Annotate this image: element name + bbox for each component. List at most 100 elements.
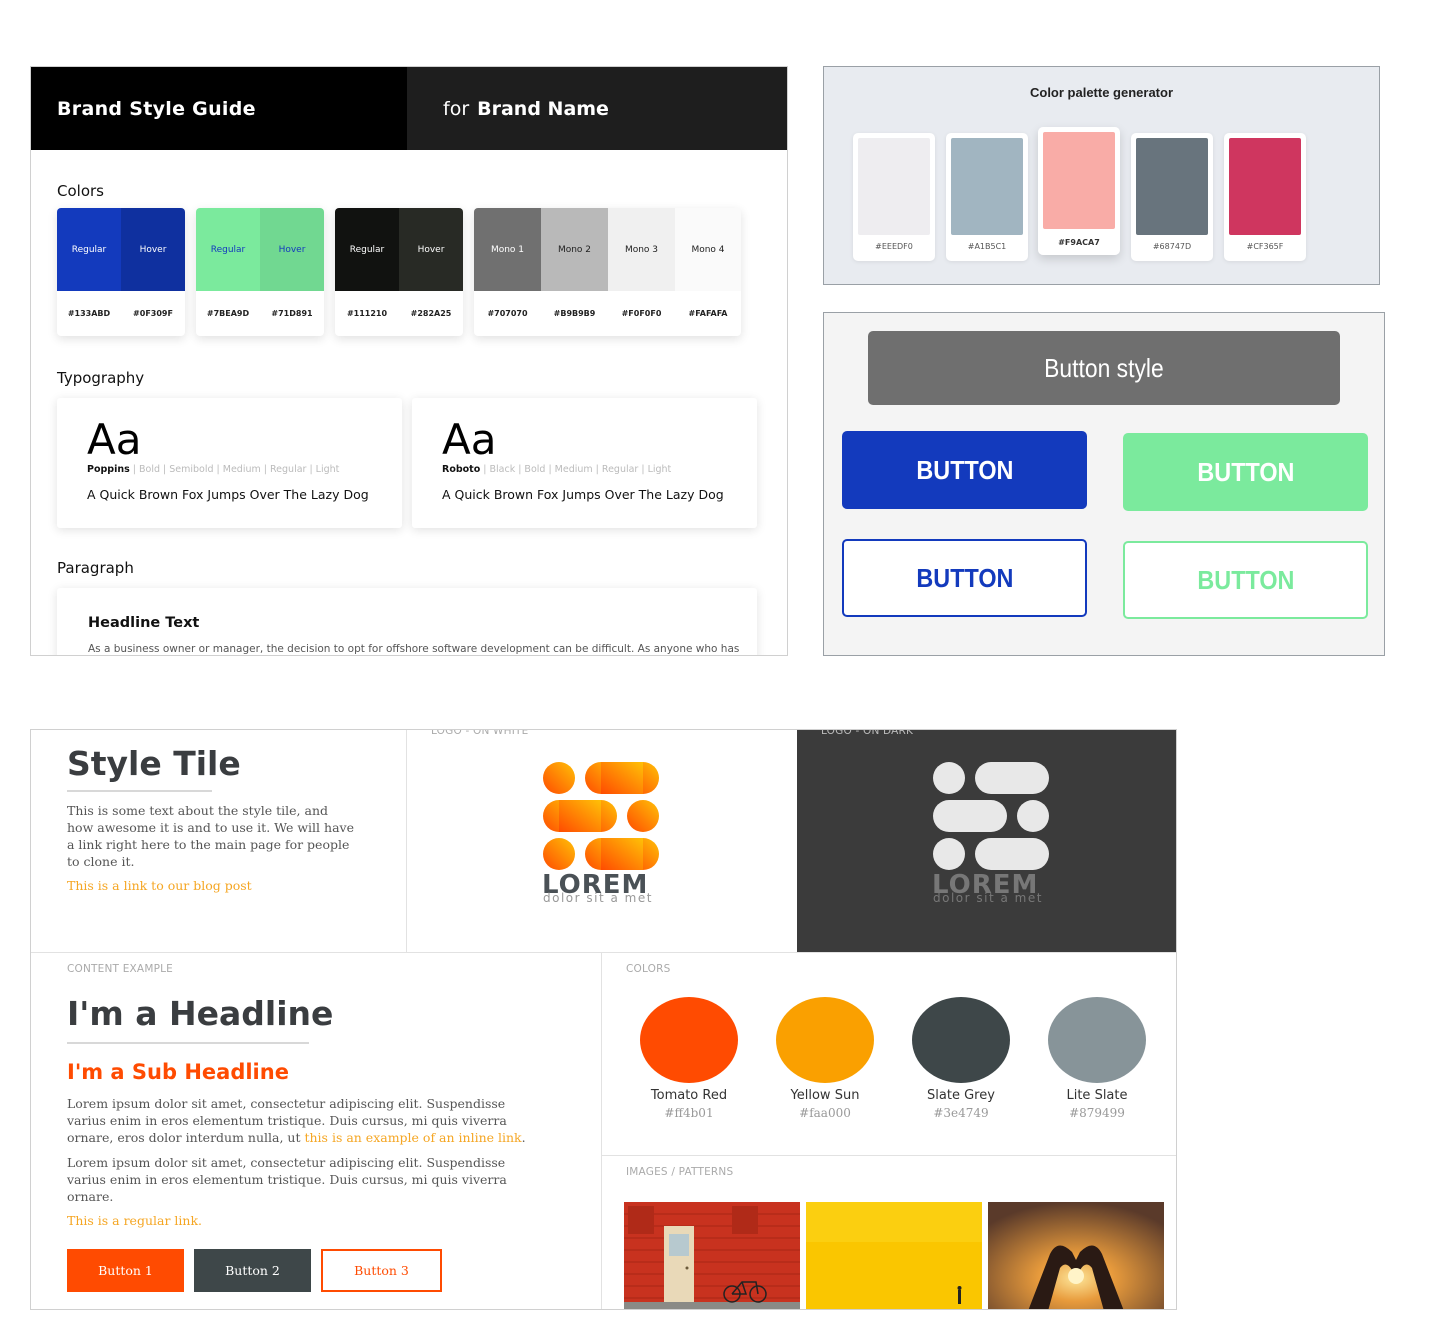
primary-green-button[interactable]: BUTTON xyxy=(1123,433,1368,511)
palette-title: Color palette generator xyxy=(1029,85,1174,100)
swatch-hex: #282A25 xyxy=(410,309,452,318)
swatch-group-blue: Regular #133ABD Hover #0F309F xyxy=(57,208,185,336)
colors-label: COLORS xyxy=(626,963,671,975)
swatch-hex: #133ABD xyxy=(67,309,111,318)
palette-hex: #F9ACA7 xyxy=(1058,238,1100,247)
divider xyxy=(601,952,602,1309)
regular-link[interactable]: This is a regular link. xyxy=(67,1213,202,1228)
color-hex: #3e4749 xyxy=(933,1106,989,1120)
title-underline xyxy=(67,790,212,792)
divider xyxy=(31,952,1176,953)
button-1[interactable]: Button 1 xyxy=(67,1249,184,1292)
swatch-blue-regular[interactable]: Regular #133ABD xyxy=(57,208,121,336)
swatch-mono-4[interactable]: Mono 4 #FAFAFA xyxy=(675,208,741,336)
color-circle-lite-slate xyxy=(1048,997,1146,1083)
swatch-green-hover[interactable]: Hover #71D891 xyxy=(260,208,324,336)
color-circle-slate-grey xyxy=(912,997,1010,1083)
font-family-name: Poppins xyxy=(87,464,130,475)
style-tile-panel: Style Tile This is some text about the s… xyxy=(30,729,1177,1310)
yellow-wall-illustration xyxy=(806,1202,982,1309)
palette-card-selected[interactable]: #F9ACA7 xyxy=(1038,127,1120,255)
swatch-mono-2[interactable]: Mono 2 #B9B9B9 xyxy=(541,208,608,336)
type-sample-sentence: A Quick Brown Fox Jumps Over The Lazy Do… xyxy=(442,487,724,502)
brand-guide-header: Brand Style Guide for Brand Name xyxy=(31,67,787,150)
colors-heading: Colors xyxy=(57,182,104,200)
swatch-black-hover[interactable]: Hover #282A25 xyxy=(399,208,463,336)
button-3[interactable]: Button 3 xyxy=(321,1249,442,1292)
images-patterns-label: IMAGES / PATTERNS xyxy=(626,1166,734,1178)
palette-chip xyxy=(951,138,1023,235)
color-palette-generator-panel: Color palette generator #EEEDF0 #A1B5C1 … xyxy=(823,66,1380,285)
font-family-name: Roboto xyxy=(442,464,481,475)
swatch-chip: Hover xyxy=(260,208,324,291)
type-card-poppins: Aa Poppins | Bold | Semibold | Medium | … xyxy=(57,398,402,528)
for-label: for xyxy=(443,97,470,120)
button-label: BUTTON xyxy=(1196,456,1295,487)
headline-text: Headline Text xyxy=(88,615,200,631)
typography-heading: Typography xyxy=(57,369,145,387)
color-hex: #879499 xyxy=(1069,1106,1125,1120)
swatch-hex: #B9B9B9 xyxy=(553,309,596,318)
palette-chip xyxy=(1043,132,1115,229)
outline-blue-button[interactable]: BUTTON xyxy=(842,539,1087,617)
palette-card[interactable]: #68747D xyxy=(1131,133,1213,261)
palette-card[interactable]: #EEEDF0 xyxy=(853,133,935,261)
blog-post-link[interactable]: This is a link to our blog post xyxy=(67,878,252,893)
type-card-roboto: Aa Roboto | Black | Bold | Medium | Regu… xyxy=(412,398,757,528)
sub-headline: I'm a Sub Headline xyxy=(67,1060,289,1084)
color-name: Yellow Sun xyxy=(790,1088,860,1103)
primary-blue-button[interactable]: BUTTON xyxy=(842,431,1087,509)
swatch-chip: Regular xyxy=(335,208,399,291)
palette-card[interactable]: #A1B5C1 xyxy=(946,133,1028,261)
paragraph-text: As a business owner or manager, the deci… xyxy=(88,643,740,655)
swatch-hex: #FAFAFA xyxy=(688,309,728,318)
palette-hex: #EEEDF0 xyxy=(875,242,913,251)
palette-hex: #A1B5C1 xyxy=(967,242,1007,251)
paragraph-end: . xyxy=(521,1130,526,1145)
yellow-wall-image xyxy=(806,1202,982,1309)
style-tile-intro: This is some text about the style tile, … xyxy=(67,803,354,869)
content-paragraph-2: Lorem ipsum dolor sit amet, consectetur … xyxy=(67,1155,507,1204)
font-weights-list: | Bold | Semibold | Medium | Regular | L… xyxy=(129,464,340,475)
content-example-label: CONTENT EXAMPLE xyxy=(67,963,173,975)
swatch-chip: Regular xyxy=(57,208,121,291)
inline-link[interactable]: this is an example of an inline link xyxy=(304,1130,521,1145)
brand-guide-title: Brand Style Guide xyxy=(31,67,407,150)
swatch-green-regular[interactable]: Regular #7BEA9D xyxy=(196,208,260,336)
button-label: BUTTON xyxy=(915,562,1014,593)
lorem-logo-icon xyxy=(543,762,659,870)
type-sample-sentence: A Quick Brown Fox Jumps Over The Lazy Do… xyxy=(87,487,369,502)
headline-underline xyxy=(67,1042,309,1044)
red-wall-illustration xyxy=(624,1202,800,1309)
heart-hands-sunset-image xyxy=(988,1202,1164,1309)
logo-tagline: dolor sit a met xyxy=(933,891,1043,905)
outline-green-button[interactable]: BUTTON xyxy=(1123,541,1368,619)
brand-style-guide-panel: Brand Style Guide for Brand Name Colors … xyxy=(30,66,788,656)
style-tile-title: Style Tile xyxy=(67,744,241,783)
content-paragraph-1: Lorem ipsum dolor sit amet, consectetur … xyxy=(67,1095,547,1146)
swatch-chip: Mono 3 xyxy=(608,208,675,291)
brand-name-title: for Brand Name xyxy=(407,67,787,150)
swatch-black-regular[interactable]: Regular #111210 xyxy=(335,208,399,336)
button-label: BUTTON xyxy=(1196,564,1295,595)
swatch-hex: #F0F0F0 xyxy=(621,309,662,318)
swatch-group-mono: Mono 1 #707070 Mono 2 #B9B9B9 Mono 3 #F0… xyxy=(474,208,741,336)
swatch-hex: #111210 xyxy=(346,309,388,318)
red-door-bicycle-image xyxy=(624,1202,800,1309)
paragraph-card: Headline Text As a business owner or man… xyxy=(57,588,757,655)
color-name: Lite Slate xyxy=(1066,1088,1128,1103)
logo-tagline: dolor sit a met xyxy=(543,891,653,905)
banner-label: Button style xyxy=(1044,352,1164,383)
swatch-blue-hover[interactable]: Hover #0F309F xyxy=(121,208,185,336)
swatch-chip: Hover xyxy=(121,208,185,291)
swatch-chip: Mono 1 xyxy=(474,208,541,291)
type-sample-aa: Aa xyxy=(442,415,497,464)
palette-card[interactable]: #CF365F xyxy=(1224,133,1306,261)
swatch-mono-3[interactable]: Mono 3 #F0F0F0 xyxy=(608,208,675,336)
heart-sunset-illustration xyxy=(988,1202,1164,1309)
type-weights: Roboto | Black | Bold | Medium | Regular… xyxy=(442,464,757,475)
swatch-chip: Hover xyxy=(399,208,463,291)
button-2[interactable]: Button 2 xyxy=(194,1249,311,1292)
swatch-mono-1[interactable]: Mono 1 #707070 xyxy=(474,208,541,336)
palette-chip xyxy=(1136,138,1208,235)
